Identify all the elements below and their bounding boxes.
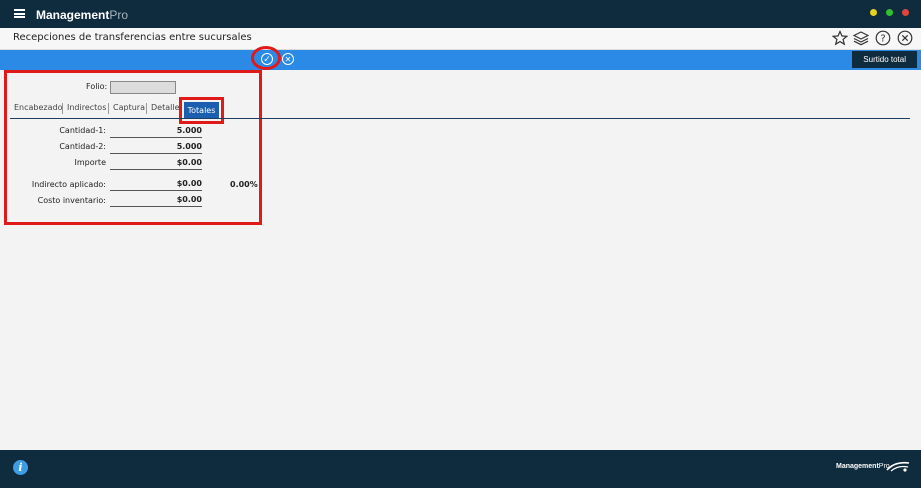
minimize-dot[interactable] xyxy=(870,9,877,16)
tab-separator xyxy=(146,103,147,114)
confirm-highlight xyxy=(251,46,281,70)
cantidad1-label: Cantidad-1: xyxy=(59,126,106,135)
folio-field[interactable] xyxy=(110,81,176,94)
menu-icon[interactable] xyxy=(14,9,25,18)
star-icon[interactable] xyxy=(832,30,848,46)
tab-indirectos[interactable]: Indirectos xyxy=(67,103,106,112)
costo-value: $0.00 xyxy=(110,195,202,207)
cantidad1-value: 5.000 xyxy=(110,126,202,138)
tab-encabezado[interactable]: Encabezado xyxy=(14,103,63,112)
importe-value: $0.00 xyxy=(110,158,202,170)
action-bar: ✓ ✕ Surtido total xyxy=(0,50,921,70)
footer-bar: i ManagementPro xyxy=(0,450,921,488)
close-window-dot[interactable] xyxy=(902,9,909,16)
cancel-icon[interactable]: ✕ xyxy=(282,53,294,65)
surtido-total-button[interactable]: Surtido total xyxy=(852,51,917,68)
page-title: Recepciones de transferencias entre sucu… xyxy=(13,32,252,43)
tab-separator xyxy=(62,103,63,114)
tab-separator xyxy=(108,103,109,114)
close-icon[interactable] xyxy=(897,30,913,46)
title-bar: Recepciones de transferencias entre sucu… xyxy=(0,28,921,50)
importe-label: Importe xyxy=(74,158,106,167)
app-brand: ManagementPro xyxy=(36,8,129,22)
layers-icon[interactable] xyxy=(853,30,869,46)
tab-divider xyxy=(10,118,910,119)
tab-captura[interactable]: Captura xyxy=(113,103,145,112)
tab-totales[interactable]: Totales xyxy=(184,102,219,119)
svg-text:?: ? xyxy=(880,34,885,45)
help-icon[interactable]: ? xyxy=(875,30,891,46)
indirecto-percent: 0.00% xyxy=(230,180,258,189)
info-icon[interactable]: i xyxy=(13,460,28,475)
costo-label: Costo inventario: xyxy=(37,196,106,205)
indirecto-label: Indirecto aplicado: xyxy=(31,180,106,189)
footer-brand: ManagementPro xyxy=(836,463,890,470)
maximize-dot[interactable] xyxy=(886,9,893,16)
cantidad2-label: Cantidad-2: xyxy=(59,142,106,151)
tab-totales-highlight: Totales xyxy=(179,97,224,124)
folio-label: Folio: xyxy=(86,82,108,91)
tab-detalle[interactable]: Detalle xyxy=(151,103,180,112)
app-header: ManagementPro xyxy=(0,0,921,28)
indirecto-value: $0.00 xyxy=(110,179,202,191)
logo-icon xyxy=(886,461,910,472)
cantidad2-value: 5.000 xyxy=(110,142,202,154)
